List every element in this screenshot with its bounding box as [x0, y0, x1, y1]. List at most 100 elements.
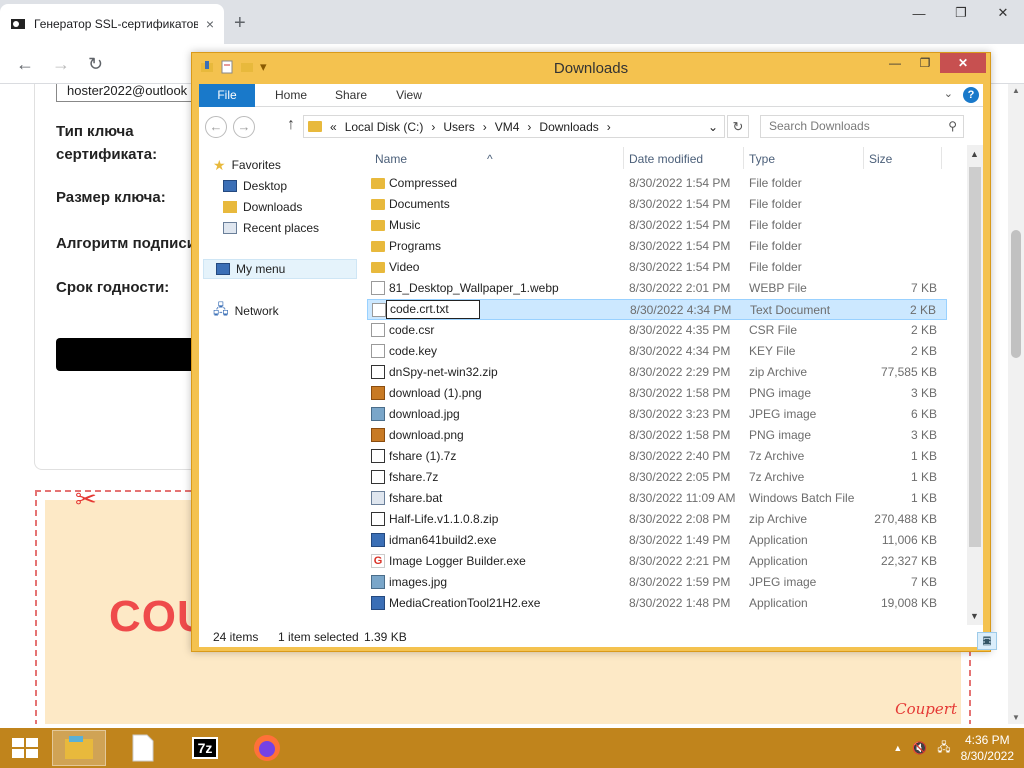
minimize-button[interactable]: —	[898, 0, 940, 26]
file-row[interactable]: fshare.7z 8/30/2022 2:05 PM 7z Archive 1 KB	[367, 467, 947, 488]
file-row[interactable]: download.png 8/30/2022 1:58 PM PNG image 3 …	[367, 425, 947, 446]
help-icon[interactable]: ?	[963, 87, 979, 103]
large-icons-view-icon[interactable]: ▣	[977, 632, 997, 650]
nav-downloads[interactable]: Downloads	[223, 197, 302, 217]
ribbon-expand-icon[interactable]: ⌄	[944, 87, 953, 100]
file-type: File folder	[749, 197, 802, 211]
column-date[interactable]: Date modified	[629, 152, 703, 166]
file-row[interactable]: Programs 8/30/2022 1:54 PM File folder	[367, 236, 947, 257]
file-list-scrollbar[interactable]: ▲ ▼	[967, 145, 983, 625]
file-date: 8/30/2022 2:40 PM	[629, 449, 731, 463]
page-scrollbar[interactable]: ▲ ▼	[1008, 84, 1024, 724]
file-row[interactable]: Music 8/30/2022 1:54 PM File folder	[367, 215, 947, 236]
breadcrumb-users[interactable]: Users	[443, 120, 474, 134]
explorer-restore-button[interactable]: ❐	[910, 53, 940, 73]
column-divider[interactable]	[743, 147, 744, 169]
file-row[interactable]: download.jpg 8/30/2022 3:23 PM JPEG image 6…	[367, 404, 947, 425]
new-tab-button[interactable]: +	[234, 12, 246, 35]
address-dropdown-icon[interactable]: ⌄	[708, 120, 718, 134]
nav-recent[interactable]: Recent places	[223, 218, 319, 238]
taskbar-explorer[interactable]	[52, 730, 106, 766]
restore-button[interactable]: ❐	[940, 0, 982, 26]
search-input[interactable]: Search Downloads ⚲	[760, 115, 964, 138]
file-row[interactable]: fshare.bat 8/30/2022 11:09 AM Windows Batc…	[367, 488, 947, 509]
file-row[interactable]: download (1).png 8/30/2022 1:58 PM PNG ima…	[367, 383, 947, 404]
file-row[interactable]: Documents 8/30/2022 1:54 PM File folder	[367, 194, 947, 215]
column-divider[interactable]	[863, 147, 864, 169]
explorer-forward-icon[interactable]: →	[233, 116, 255, 138]
nav-recent-label: Recent places	[243, 221, 320, 235]
tab-close-icon[interactable]: ×	[206, 16, 214, 32]
breadcrumb-local-disk[interactable]: Local Disk (C:)	[345, 120, 424, 134]
file-row[interactable]: Video 8/30/2022 1:54 PM File folder	[367, 257, 947, 278]
file-row[interactable]: Compressed 8/30/2022 1:54 PM File folder	[367, 173, 947, 194]
file-row[interactable]: MediaCreationTool21H2.exe 8/30/2022 1:48 …	[367, 593, 947, 614]
refresh-icon[interactable]: ↻	[727, 115, 749, 138]
explorer-close-button[interactable]: ✕	[940, 53, 986, 73]
scroll-up-icon[interactable]: ▲	[1012, 86, 1020, 95]
breadcrumb-vm4[interactable]: VM4	[495, 120, 520, 134]
breadcrumb-sep[interactable]: ›	[431, 120, 435, 134]
start-button[interactable]	[12, 738, 38, 758]
file-size: 1 KB	[910, 491, 937, 505]
back-icon[interactable]: ←	[16, 54, 34, 75]
up-folder-icon[interactable]: ↑	[287, 116, 295, 134]
column-divider[interactable]	[623, 147, 624, 169]
search-icon[interactable]: ⚲	[948, 116, 957, 137]
breadcrumb-overflow[interactable]: «	[330, 120, 337, 134]
nav-desktop[interactable]: Desktop	[223, 176, 287, 196]
tab-share[interactable]: Share	[321, 84, 381, 107]
tab-home[interactable]: Home	[261, 84, 321, 107]
breadcrumb-sep[interactable]: ›	[607, 120, 611, 134]
volume-muted-icon[interactable]: 🔇	[912, 741, 927, 755]
scroll-thumb[interactable]	[969, 167, 981, 547]
close-button[interactable]: ✕	[982, 0, 1024, 26]
reload-icon[interactable]: ↻	[88, 54, 103, 75]
explorer-minimize-button[interactable]: —	[880, 53, 910, 73]
file-row[interactable]: fshare (1).7z 8/30/2022 2:40 PM 7z Archive…	[367, 446, 947, 467]
explorer-titlebar[interactable]: ▾ Downloads — ❐ ✕	[192, 53, 990, 83]
key-size-label: Размер ключа:	[56, 189, 166, 206]
scroll-down-icon[interactable]: ▼	[970, 611, 979, 621]
file-row[interactable]: code.csr 8/30/2022 4:35 PM CSR File 2 KB	[367, 320, 947, 341]
breadcrumb-sep[interactable]: ›	[483, 120, 487, 134]
taskbar-notepad[interactable]	[116, 730, 170, 766]
network-tray-icon[interactable]: 🖧	[937, 738, 950, 759]
clock[interactable]: 4:36 PM 8/30/2022	[961, 732, 1014, 764]
breadcrumb-sep[interactable]: ›	[527, 120, 531, 134]
taskbar-firefox[interactable]	[240, 730, 294, 766]
item-count: 24 items	[213, 630, 259, 644]
column-divider[interactable]	[941, 147, 942, 169]
file-type: JPEG image	[749, 407, 817, 421]
scroll-thumb[interactable]	[1011, 230, 1021, 358]
file-row[interactable]: dnSpy-net-win32.zip 8/30/2022 2:29 PM zip …	[367, 362, 947, 383]
file-row[interactable]: code.key 8/30/2022 4:34 PM KEY File 2 KB	[367, 341, 947, 362]
breadcrumb-downloads[interactable]: Downloads	[539, 120, 598, 134]
tab-view[interactable]: View	[379, 84, 439, 107]
file-row[interactable]: Half-Life.v1.1.0.8.zip 8/30/2022 2:08 PM z…	[367, 509, 947, 530]
nav-network[interactable]: 🖧 Network	[213, 301, 279, 321]
address-bar[interactable]: « Local Disk (C:) › Users › VM4 › Downlo…	[303, 115, 725, 138]
file-row[interactable]: idman641build2.exe 8/30/2022 1:49 PM Appli…	[367, 530, 947, 551]
file-row[interactable]: 81_Desktop_Wallpaper_1.webp 8/30/2022 2:0…	[367, 278, 947, 299]
column-size[interactable]: Size	[869, 152, 892, 166]
column-name[interactable]: Name	[375, 152, 407, 166]
browser-tab[interactable]: Генератор SSL-сертификатов ×	[0, 4, 224, 44]
explorer-back-icon[interactable]: ←	[205, 116, 227, 138]
scroll-down-icon[interactable]: ▼	[1012, 713, 1020, 722]
nav-favorites[interactable]: ★ Favorites	[213, 155, 281, 175]
taskbar-7zip[interactable]: 7z	[178, 730, 232, 766]
file-date: 8/30/2022 1:54 PM	[629, 218, 731, 232]
forward-icon[interactable]: →	[52, 54, 70, 75]
rename-input[interactable]: code.crt.txt	[386, 300, 480, 319]
file-row[interactable]: G Image Logger Builder.exe 8/30/2022 2:21 …	[367, 551, 947, 572]
scroll-up-icon[interactable]: ▲	[970, 149, 979, 159]
file-row[interactable]: images.jpg 8/30/2022 1:59 PM JPEG image 7 K…	[367, 572, 947, 593]
tray-overflow-icon[interactable]: ▲	[893, 743, 902, 753]
nav-mymenu[interactable]: My menu	[203, 259, 357, 279]
nav-desktop-label: Desktop	[243, 179, 288, 193]
tab-file[interactable]: File	[199, 84, 255, 107]
file-row[interactable]: code.crt.txt 8/30/2022 4:34 PM Text Docume…	[367, 299, 947, 320]
column-type[interactable]: Type	[749, 152, 775, 166]
file-size: 7 KB	[910, 575, 937, 589]
